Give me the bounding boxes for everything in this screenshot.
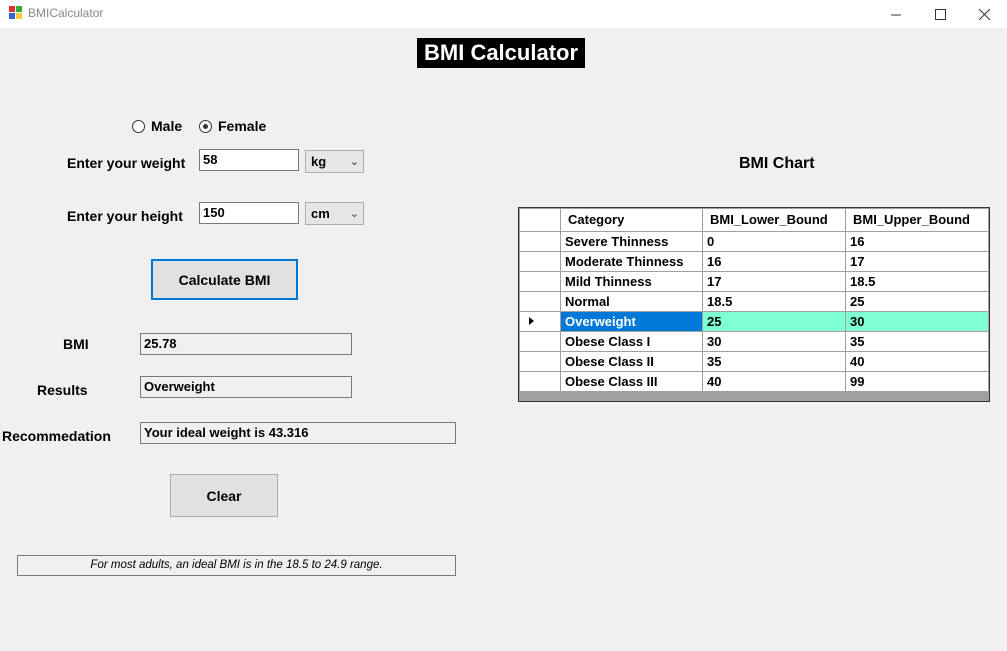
- table-cell-lower[interactable]: 0: [702, 231, 846, 252]
- table-cell-upper[interactable]: 40: [845, 351, 989, 372]
- table-cell-upper[interactable]: 16: [845, 231, 989, 252]
- table-cell-category[interactable]: Moderate Thinness: [560, 251, 703, 272]
- current-row-arrow-icon: [529, 317, 534, 325]
- height-input[interactable]: 150: [199, 202, 299, 224]
- table-row[interactable]: Mild Thinness 17 18.5: [519, 271, 989, 292]
- column-header-lower-bound[interactable]: BMI_Lower_Bound: [702, 208, 846, 232]
- table-cell-lower[interactable]: 16: [702, 251, 846, 272]
- row-header-corner[interactable]: [519, 208, 561, 232]
- maximize-button[interactable]: [917, 0, 963, 28]
- bmi-note: For most adults, an ideal BMI is in the …: [17, 555, 456, 576]
- table-cell-lower[interactable]: 17: [702, 271, 846, 292]
- close-icon: [978, 8, 990, 20]
- bmi-label: BMI: [63, 336, 89, 352]
- table-row[interactable]: Moderate Thinness 16 17: [519, 251, 989, 272]
- column-header-category[interactable]: Category: [560, 208, 703, 232]
- male-radio-label: Male: [151, 118, 183, 134]
- results-value-field: Overweight: [140, 376, 352, 398]
- maximize-icon: [934, 8, 946, 20]
- table-cell-lower[interactable]: 25: [702, 311, 846, 332]
- height-unit-select[interactable]: cm ⌄: [305, 202, 364, 225]
- weight-input[interactable]: 58: [199, 149, 299, 171]
- table-row[interactable]: Obese Class III 40 99: [519, 371, 989, 392]
- table-cell-lower[interactable]: 40: [702, 371, 846, 392]
- table-row-selected[interactable]: Overweight 25 30: [519, 311, 989, 332]
- row-header[interactable]: [519, 371, 561, 392]
- calculate-bmi-button[interactable]: Calculate BMI: [151, 259, 298, 300]
- bmi-chart-table: Category BMI_Lower_Bound BMI_Upper_Bound…: [519, 208, 989, 392]
- table-cell-lower[interactable]: 18.5: [702, 291, 846, 312]
- results-label: Results: [37, 382, 88, 398]
- table-cell-category[interactable]: Severe Thinness: [560, 231, 703, 252]
- row-header[interactable]: [519, 311, 561, 332]
- weight-unit-value: kg: [311, 154, 327, 169]
- bmi-chart-grid[interactable]: Category BMI_Lower_Bound BMI_Upper_Bound…: [518, 207, 990, 402]
- table-cell-upper[interactable]: 18.5: [845, 271, 989, 292]
- height-label: Enter your height: [67, 208, 183, 224]
- table-row[interactable]: Normal 18.5 25: [519, 291, 989, 312]
- row-header[interactable]: [519, 291, 561, 312]
- column-header-upper-bound[interactable]: BMI_Upper_Bound: [845, 208, 989, 232]
- table-cell-category[interactable]: Obese Class II: [560, 351, 703, 372]
- weight-unit-select[interactable]: kg ⌄: [305, 150, 364, 173]
- table-cell-upper[interactable]: 30: [845, 311, 989, 332]
- app-icon: [9, 6, 22, 19]
- table-cell-lower[interactable]: 35: [702, 351, 846, 372]
- female-radio[interactable]: Female: [199, 118, 266, 134]
- table-cell-category[interactable]: Normal: [560, 291, 703, 312]
- recommendation-value-field: Your ideal weight is 43.316: [140, 422, 456, 444]
- window-title: BMICalculator: [28, 6, 104, 20]
- weight-label: Enter your weight: [67, 155, 186, 171]
- row-header[interactable]: [519, 271, 561, 292]
- chevron-down-icon: ⌄: [349, 208, 359, 220]
- table-row[interactable]: Obese Class II 35 40: [519, 351, 989, 372]
- table-cell-upper[interactable]: 25: [845, 291, 989, 312]
- female-radio-circle[interactable]: [199, 119, 212, 133]
- bmi-value-field: 25.78: [140, 333, 352, 355]
- female-radio-label: Female: [218, 118, 267, 134]
- row-header[interactable]: [519, 231, 561, 252]
- table-cell-lower[interactable]: 30: [702, 331, 846, 352]
- chevron-down-icon: ⌄: [349, 156, 359, 168]
- table-row[interactable]: Obese Class I 30 35: [519, 331, 989, 352]
- table-cell-upper[interactable]: 99: [845, 371, 989, 392]
- window-titlebar: BMICalculator: [0, 0, 1007, 28]
- table-cell-category[interactable]: Mild Thinness: [560, 271, 703, 292]
- table-header-row: Category BMI_Lower_Bound BMI_Upper_Bound: [519, 208, 989, 232]
- male-radio[interactable]: Male: [132, 118, 182, 134]
- table-cell-category[interactable]: Overweight: [560, 311, 703, 332]
- row-header[interactable]: [519, 251, 561, 272]
- minimize-icon: [890, 14, 901, 15]
- table-cell-category[interactable]: Obese Class III: [560, 371, 703, 392]
- row-header[interactable]: [519, 331, 561, 352]
- minimize-button[interactable]: [873, 0, 919, 28]
- clear-button[interactable]: Clear: [170, 474, 278, 517]
- row-header[interactable]: [519, 351, 561, 372]
- table-row[interactable]: Severe Thinness 0 16: [519, 231, 989, 252]
- height-unit-value: cm: [311, 206, 330, 221]
- table-cell-category[interactable]: Obese Class I: [560, 331, 703, 352]
- table-cell-upper[interactable]: 17: [845, 251, 989, 272]
- chart-title: BMI Chart: [739, 155, 815, 172]
- male-radio-circle[interactable]: [132, 119, 145, 133]
- page-title: BMI Calculator: [417, 38, 586, 68]
- table-cell-upper[interactable]: 35: [845, 331, 989, 352]
- close-button[interactable]: [961, 0, 1007, 28]
- recommendation-label: Recommedation: [2, 428, 111, 444]
